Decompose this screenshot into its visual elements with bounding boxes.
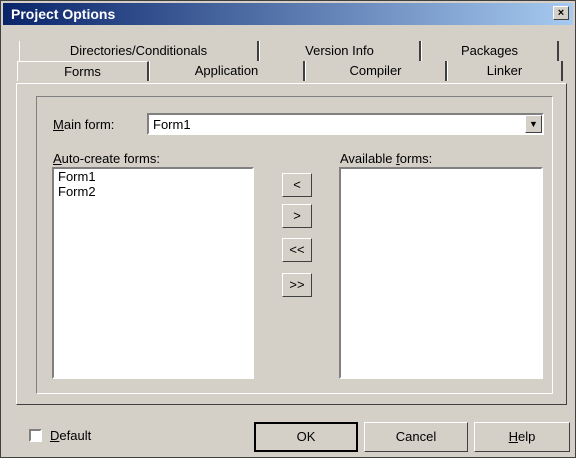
main-form-select[interactable]: Form1 ▼ xyxy=(147,113,544,135)
auto-create-forms-list[interactable]: Form1 Form2 xyxy=(52,167,254,379)
main-form-label: Main form: xyxy=(53,117,115,132)
tab-label: Packages xyxy=(460,43,519,58)
close-icon: × xyxy=(557,7,565,19)
dialog-title: Project Options xyxy=(11,6,116,22)
move-all-right-button[interactable]: >> xyxy=(282,273,312,297)
tab-forms[interactable]: Forms xyxy=(17,61,149,81)
project-options-dialog: Project Options × Directories/Conditiona… xyxy=(0,0,576,458)
list-item[interactable]: Form1 xyxy=(54,169,252,184)
tab-application[interactable]: Application xyxy=(149,61,305,81)
main-form-value: Form1 xyxy=(153,117,191,132)
tab-packages[interactable]: Packages xyxy=(421,41,559,61)
tab-linker[interactable]: Linker xyxy=(447,61,563,81)
cancel-button[interactable]: Cancel xyxy=(364,422,468,452)
available-forms-list[interactable] xyxy=(339,167,543,379)
close-button[interactable]: × xyxy=(553,6,569,20)
move-all-left-button[interactable]: << xyxy=(282,238,312,262)
help-button[interactable]: Help xyxy=(474,422,570,452)
available-forms-label: Available forms: xyxy=(340,151,433,166)
move-left-button[interactable]: < xyxy=(282,173,312,197)
dropdown-arrow-icon[interactable]: ▼ xyxy=(525,115,542,133)
default-label[interactable]: Default xyxy=(50,428,91,443)
tab-label: Compiler xyxy=(349,63,402,78)
move-right-button[interactable]: > xyxy=(282,204,312,228)
default-checkbox[interactable] xyxy=(29,429,42,442)
tab-label: Directories/Conditionals xyxy=(69,43,208,58)
ok-button[interactable]: OK xyxy=(254,422,358,452)
list-item[interactable]: Form2 xyxy=(54,184,252,199)
tab-directories-conditionals[interactable]: Directories/Conditionals xyxy=(19,41,259,61)
auto-create-forms-label: Auto-create forms: xyxy=(53,151,160,166)
tab-version-info[interactable]: Version Info xyxy=(259,41,421,61)
tab-compiler[interactable]: Compiler xyxy=(305,61,447,81)
title-bar[interactable]: Project Options × xyxy=(3,3,573,25)
tab-label: Application xyxy=(194,63,259,78)
tab-label: Forms xyxy=(64,64,101,79)
tab-label: Version Info xyxy=(305,43,374,58)
tab-label: Linker xyxy=(486,63,523,78)
